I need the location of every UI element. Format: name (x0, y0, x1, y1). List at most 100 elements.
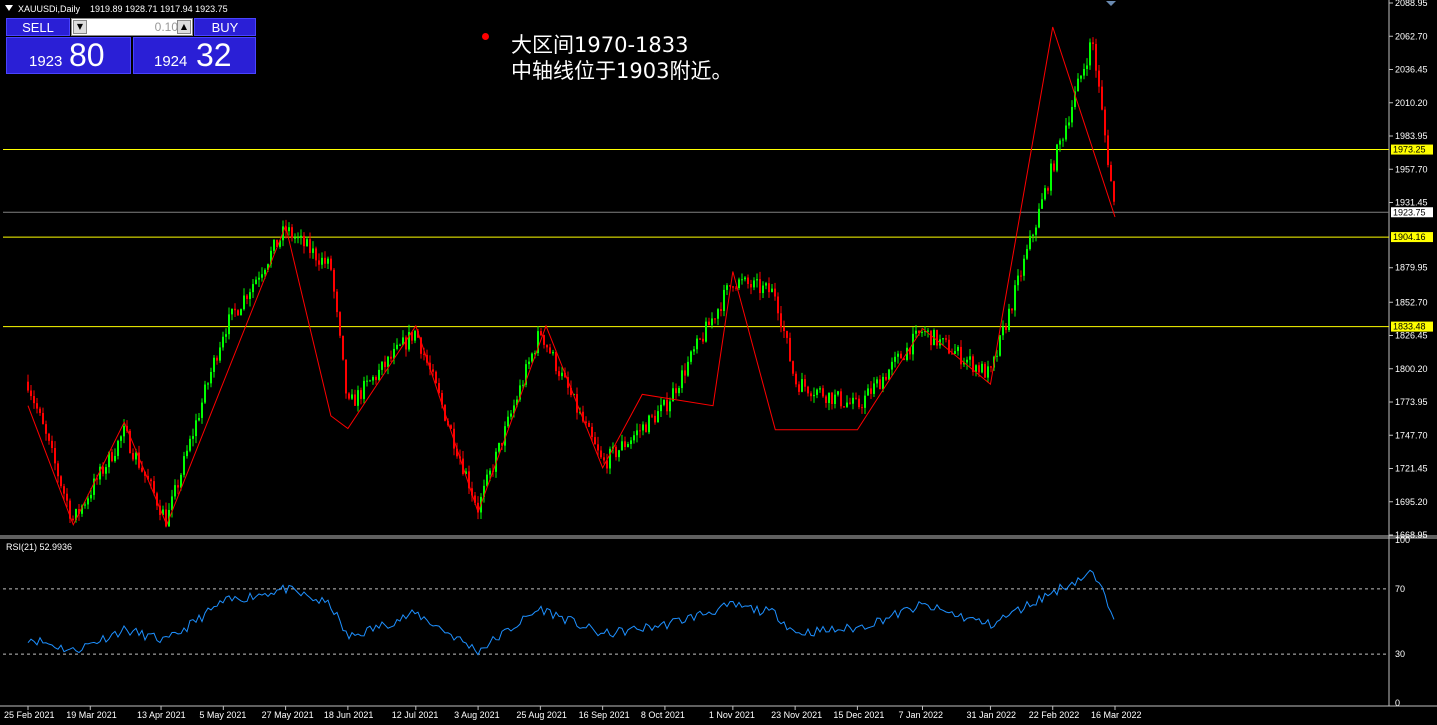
candle-body (810, 393, 812, 397)
candle-body (1005, 326, 1007, 331)
candle-body (42, 412, 44, 425)
candle-body (891, 361, 893, 370)
candle-body (846, 402, 848, 407)
candle-body (966, 359, 968, 363)
sell-price-button[interactable]: 1923 80 (6, 37, 131, 74)
candle-body (936, 329, 938, 346)
lot-size-input[interactable] (88, 19, 180, 35)
candle-body (705, 321, 707, 342)
candle-body (828, 392, 830, 403)
candle-body (1089, 42, 1091, 66)
candle-body (210, 371, 212, 384)
candle-body (486, 474, 488, 486)
candle-body (549, 347, 551, 354)
candle-body (651, 415, 653, 417)
candle-body (945, 338, 947, 340)
candle-body (231, 308, 233, 315)
candle-body (339, 312, 341, 336)
candle-body (291, 227, 293, 238)
price-axis: 2088.95 2062.70 2036.45 2010.20 1983.95 1957.… (1389, 0, 1433, 540)
candle-body (150, 479, 152, 482)
candle-body (531, 353, 533, 362)
candle-body (252, 284, 254, 293)
candle-body (699, 338, 701, 340)
candle-body (195, 420, 197, 437)
lot-increase-icon[interactable]: ▲ (177, 20, 191, 34)
lot-decrease-icon[interactable]: ▼ (73, 20, 87, 34)
candle-body (390, 356, 392, 359)
candle-body (984, 363, 986, 378)
shift-marker-icon[interactable] (1106, 1, 1116, 6)
candle-body (240, 309, 242, 316)
candle-body (90, 494, 92, 499)
buy-button[interactable]: BUY (194, 18, 256, 36)
candle-body (630, 440, 632, 445)
candle-body (192, 436, 194, 439)
price-tick-label: 1879.95 (1395, 263, 1428, 273)
candle-body (597, 444, 599, 451)
candle-body (996, 355, 998, 357)
chart-canvas[interactable]: 2088.95 2062.70 2036.45 2010.20 1983.95 1957.… (0, 0, 1437, 725)
candle-body (372, 376, 374, 381)
candle-body (234, 308, 236, 311)
zigzag-line (27, 26, 1116, 527)
candle-body (294, 237, 296, 239)
candle-body (807, 386, 809, 394)
candle-body (819, 388, 821, 390)
candle-body (207, 383, 209, 385)
candle-body (792, 361, 794, 374)
candle-body (720, 309, 722, 311)
annotation-dot-icon (482, 33, 489, 40)
candle-body (768, 283, 770, 293)
candle-body (216, 357, 218, 361)
chart-annotation: 大区间1970-1833 中轴线位于1903附近。 (511, 32, 732, 84)
candle-body (1113, 181, 1115, 202)
candle-body (213, 357, 215, 372)
buy-price-button[interactable]: 1924 32 (133, 37, 256, 74)
candle-body (642, 424, 644, 431)
candle-body (54, 447, 56, 464)
candle-body (738, 279, 740, 289)
candle-body (1110, 164, 1112, 182)
price-tick-label: 2010.20 (1395, 98, 1428, 108)
sell-button[interactable]: SELL (6, 18, 70, 36)
candle-body (105, 467, 107, 474)
candle-body (897, 353, 899, 357)
level-price-label: 1833.48 (1393, 322, 1426, 332)
candle-body (1032, 234, 1034, 236)
candle-body (237, 310, 239, 316)
candle-body (759, 279, 761, 294)
candle-body (351, 394, 353, 399)
candle-body (663, 399, 665, 405)
candle-body (180, 474, 182, 488)
candle-body (765, 283, 767, 286)
candle-body (852, 397, 854, 404)
candle-body (798, 384, 800, 392)
price-tick-label: 1800.20 (1395, 364, 1428, 374)
date-tick-label: 16 Sep 2021 (579, 710, 630, 720)
candle-body (1062, 139, 1064, 141)
candle-body (261, 274, 263, 278)
candle-body (273, 239, 275, 251)
candle-body (219, 347, 221, 361)
candle-body (117, 440, 119, 456)
candle-body (711, 318, 713, 326)
candle-body (186, 450, 188, 457)
candle-body (942, 338, 944, 340)
candle-body (375, 376, 377, 380)
candle-body (717, 309, 719, 319)
candle-body (27, 381, 29, 391)
candle-body (690, 351, 692, 362)
one-click-trading-panel: SELL ▼ ▲ BUY 1923 80 1924 32 (6, 18, 256, 74)
candle-body (336, 291, 338, 313)
candle-body (1077, 78, 1079, 92)
date-tick-label: 23 Nov 2021 (771, 710, 822, 720)
candle-body (750, 284, 752, 288)
candle-body (1107, 135, 1109, 165)
candle-body (354, 394, 356, 406)
ohlc-readout: 1919.89 1928.71 1917.94 1923.75 (90, 4, 228, 14)
candle-body (870, 388, 872, 394)
collapse-triangle-icon[interactable] (5, 5, 13, 11)
price-tick-label: 1747.70 (1395, 430, 1428, 440)
candle-body (987, 366, 989, 378)
